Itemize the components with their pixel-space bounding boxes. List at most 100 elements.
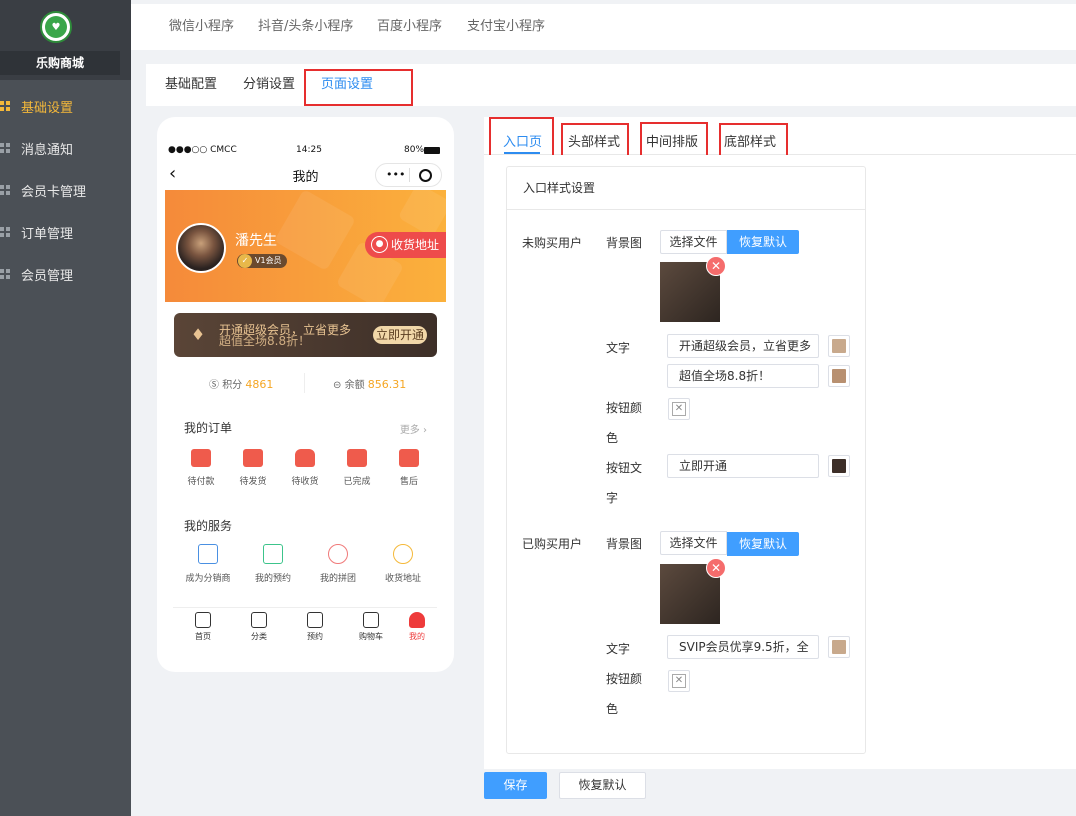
after-sales-icon [399,449,419,467]
promo-text-input-1[interactable]: 开通超级会员，立省更多 [667,334,819,358]
tabbar-mine[interactable]: 我的 [397,612,437,642]
button-text-label-cont: 字 [606,491,619,505]
service-become-distributor[interactable]: 成为分销商 [180,544,236,584]
phone-tab-bar: 首页 分类 预约 购物车 我的 [173,607,437,652]
text-color-picker-1[interactable] [828,335,850,357]
box-title: 入口样式设置 [507,167,865,210]
button-color-label: 按钮颜 [606,672,643,686]
balance-label: 余额 [344,380,365,391]
order-pending-receipt[interactable]: 待收货 [279,449,331,487]
service-my-group-buy[interactable]: 我的拼团 [310,544,366,584]
tab-header-style[interactable]: 头部样式 [568,131,620,150]
order-completed[interactable]: 已完成 [331,449,383,487]
order-after-sales[interactable]: 售后 [383,449,435,487]
avatar [176,223,226,273]
group-icon [328,544,348,564]
orders-more-link[interactable]: 更多 › [400,421,427,436]
text-color-picker-2[interactable] [828,365,850,387]
choose-file-button[interactable]: 选择文件 [660,230,727,254]
vip-check-icon: ✓ [238,254,252,268]
service-item-label: 成为分销商 [185,574,231,584]
tab-page-settings[interactable]: 页面设置 [321,64,373,106]
vip-open-button[interactable]: 立即开通 [373,326,427,344]
sidebar-item-membership-cards[interactable]: 会员卡管理 [0,169,131,211]
bought-text-input[interactable]: SVIP会员优享9.5折，全 [667,635,819,659]
capsule-divider [409,168,410,182]
reset-default-button[interactable]: 恢复默认 [559,772,646,799]
wallet-icon: ⊝ [333,380,342,391]
my-orders-card: 我的订单 更多 › 待付款 待发货 待收货 已完成 售后 [173,409,437,497]
logo-icon: ♥ [45,16,67,38]
bought-text-color-picker[interactable] [828,636,850,658]
divider [304,373,305,393]
tabbar-home[interactable]: 首页 [183,612,223,642]
location-pin-icon: ● [371,236,388,253]
choose-file-button[interactable]: 选择文件 [660,531,727,555]
tab-alipay-miniprogram[interactable]: 支付宝小程序 [467,4,545,50]
restore-default-button[interactable]: 恢复默认 [727,532,799,556]
tab-baidu-miniprogram[interactable]: 百度小程序 [377,4,442,50]
sidebar-item-label: 订单管理 [21,226,74,242]
miniprogram-capsule[interactable]: ••• [375,163,442,187]
bought-button-color-picker[interactable]: ✕ [668,670,690,692]
tabbar-label: 购物车 [359,632,383,641]
more-label: 更多 [399,425,420,436]
service-item-label: 我的拼团 [319,574,356,584]
promo-text-input-2[interactable]: 超值全场8.8折！ [667,364,819,388]
sidebar-item-orders[interactable]: 订单管理 [0,211,131,253]
decor-hexagon [397,190,446,238]
check-box-icon [347,449,367,467]
chevron-right-icon: › [423,425,427,436]
button-color-picker[interactable]: ✕ [668,398,690,420]
address-button[interactable]: ● 收货地址 [365,232,446,258]
button-color-label: 按钮颜 [606,401,643,415]
order-pending-shipment[interactable]: 待发货 [227,449,279,487]
tab-douyin-miniprogram[interactable]: 抖音/头条小程序 [258,4,353,50]
button-text-color-picker[interactable] [828,455,850,477]
order-pending-payment[interactable]: 待付款 [175,449,227,487]
tabbar-category[interactable]: 分类 [239,612,279,642]
delete-image-icon[interactable]: ✕ [706,256,726,276]
address-button-label: 收货地址 [391,238,440,252]
sidebar-item-notifications[interactable]: 消息通知 [0,127,131,169]
sidebar-item-basic-settings[interactable]: 基础设置 [0,85,131,127]
phone-nav-bar: ‹ 我的 ••• [157,163,454,189]
coin-icon: Ⓢ [209,380,219,391]
style-tabs: 入口页 头部样式 中间排版 底部样式 [484,117,1076,155]
tab-footer-style[interactable]: 底部样式 [724,131,776,150]
tab-entry-page[interactable]: 入口页 [503,131,542,150]
vip-promo-card[interactable]: ♦ 开通超级会员，立省更多 超值全场8.8折！ 立即开通 [174,313,437,357]
tabbar-appointment[interactable]: 预约 [295,612,335,642]
platform-tabs: 微信小程序 抖音/头条小程序 百度小程序 支付宝小程序 [131,4,1076,50]
tabbar-cart[interactable]: 购物车 [351,612,391,642]
location-pin-icon [393,544,413,564]
close-circle-icon [419,169,432,182]
tab-middle-layout[interactable]: 中间排版 [646,131,698,150]
tab-wechat-miniprogram[interactable]: 微信小程序 [169,4,234,50]
user-icon [409,612,425,628]
balance-stat[interactable]: ⊝ 余额 856.31 [333,376,406,391]
appointment-icon [307,612,323,628]
wallet-icon [191,449,211,467]
delete-image-icon[interactable]: ✕ [706,558,726,578]
tabbar-label: 首页 [195,632,211,641]
color-swatch [832,640,846,654]
grid-icon [0,185,10,195]
tabbar-label: 我的 [409,632,425,641]
restore-default-button[interactable]: 恢复默认 [727,230,799,254]
battery-icon [424,147,440,154]
tab-basic-config[interactable]: 基础配置 [165,64,217,106]
tab-distribution-settings[interactable]: 分销设置 [243,64,295,106]
sidebar-item-members[interactable]: 会员管理 [0,253,131,295]
more-dots-icon: ••• [386,168,406,181]
diamond-icon: ♦ [190,325,206,344]
points-stat[interactable]: Ⓢ 积分 4861 [209,376,273,391]
service-shipping-address[interactable]: 收货地址 [375,544,431,584]
grid-icon [0,101,10,111]
save-button[interactable]: 保存 [484,772,547,799]
user-name: 潘先生 [235,233,277,249]
order-item-label: 已完成 [343,477,371,487]
service-my-appointments[interactable]: 我的预约 [245,544,301,584]
text-label: 文字 [606,341,631,355]
button-text-input[interactable]: 立即开通 [667,454,819,478]
